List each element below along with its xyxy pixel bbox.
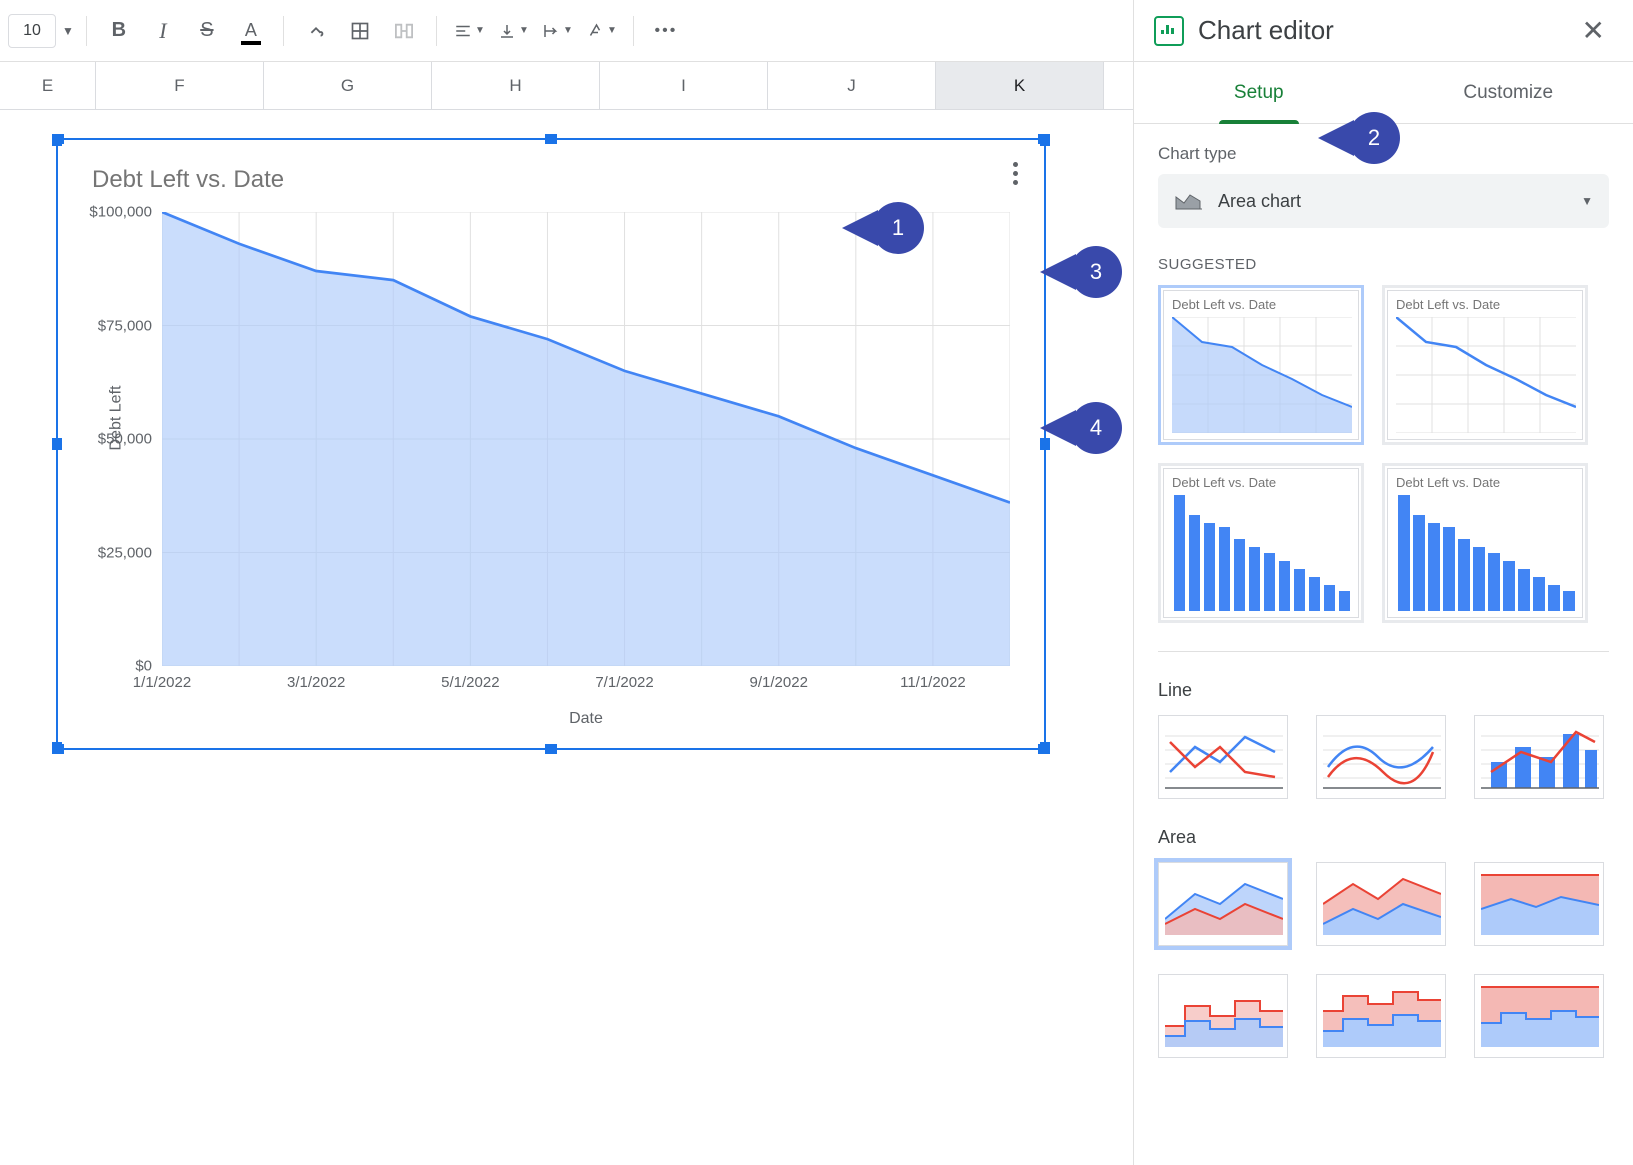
horizontal-align-button[interactable]: ▼ xyxy=(449,11,489,51)
strikethrough-button[interactable]: S xyxy=(187,11,227,51)
hundred-percent-stepped-area-option[interactable] xyxy=(1474,974,1604,1058)
more-toolbar-button[interactable]: ••• xyxy=(646,11,686,51)
spreadsheet-grid: E F G H I J K Debt Left vs. Date Debt Le… xyxy=(0,62,1133,1165)
area-section-label: Area xyxy=(1158,827,1609,848)
suggested-line-chart[interactable]: Debt Left vs. Date xyxy=(1382,285,1588,445)
stacked-area-chart-option[interactable] xyxy=(1316,862,1446,946)
divider xyxy=(1158,651,1609,652)
stacked-stepped-area-option[interactable] xyxy=(1316,974,1446,1058)
close-button[interactable]: ✕ xyxy=(1574,10,1613,51)
column-header[interactable]: K xyxy=(936,62,1104,109)
x-axis-label: Date xyxy=(569,710,603,728)
vertical-align-button[interactable]: ▼ xyxy=(493,11,533,51)
merge-cells-button[interactable] xyxy=(384,11,424,51)
suggested-column-chart-1[interactable]: Debt Left vs. Date xyxy=(1158,463,1364,623)
separator xyxy=(86,16,87,46)
text-rotation-button[interactable]: ▼ xyxy=(581,11,621,51)
chart-icon xyxy=(1154,16,1184,46)
chart-editor-panel: Chart editor ✕ Setup Customize Chart typ… xyxy=(1133,0,1633,1165)
text-color-button[interactable]: A xyxy=(231,11,271,51)
font-size-control[interactable]: 10 ▼ xyxy=(8,14,74,48)
grid-body[interactable]: Debt Left vs. Date Debt Left Date $0$25,… xyxy=(0,110,1133,1165)
separator xyxy=(283,16,284,46)
text-wrap-button[interactable]: ▼ xyxy=(537,11,577,51)
chart-title[interactable]: Debt Left vs. Date xyxy=(92,166,284,194)
stepped-area-option[interactable] xyxy=(1158,974,1288,1058)
column-header[interactable]: J xyxy=(768,62,936,109)
fill-color-button[interactable] xyxy=(296,11,336,51)
italic-button[interactable]: I xyxy=(143,11,183,51)
hundred-percent-area-option[interactable] xyxy=(1474,862,1604,946)
separator xyxy=(436,16,437,46)
suggested-area-chart[interactable]: Debt Left vs. Date xyxy=(1158,285,1364,445)
tab-customize[interactable]: Customize xyxy=(1384,62,1633,123)
column-headers: E F G H I J K xyxy=(0,62,1133,110)
suggested-thumbnails: Debt Left vs. Date Debt Left vs. Date xyxy=(1158,285,1609,623)
borders-button[interactable] xyxy=(340,11,380,51)
area-chart-svg xyxy=(162,212,1010,666)
smooth-line-chart-option[interactable] xyxy=(1316,715,1446,799)
callout-1: 1 xyxy=(872,202,924,254)
area-chart-icon xyxy=(1174,189,1204,213)
bold-button[interactable]: B xyxy=(99,11,139,51)
callout-3: 3 xyxy=(1070,246,1122,298)
column-header[interactable]: I xyxy=(600,62,768,109)
font-size-value[interactable]: 10 xyxy=(8,14,56,48)
area-chart-options xyxy=(1158,862,1609,1058)
separator xyxy=(633,16,634,46)
area-chart-option[interactable] xyxy=(1158,862,1288,946)
editor-header: Chart editor ✕ xyxy=(1134,0,1633,62)
column-header[interactable]: H xyxy=(432,62,600,109)
plot-area: Debt Left Date $0$25,000$50,000$75,000$1… xyxy=(162,212,1010,666)
callout-2: 2 xyxy=(1348,112,1400,164)
column-header[interactable]: E xyxy=(0,62,96,109)
editor-body: Chart type Area chart ▼ SUGGESTED Debt L… xyxy=(1134,124,1633,1165)
chart-kebab-menu[interactable] xyxy=(1007,156,1024,191)
chevron-down-icon: ▼ xyxy=(1581,194,1593,208)
line-chart-options xyxy=(1158,715,1609,799)
suggested-heading: SUGGESTED xyxy=(1158,256,1609,273)
chart-type-dropdown[interactable]: Area chart ▼ xyxy=(1158,174,1609,228)
chevron-down-icon: ▼ xyxy=(62,24,74,38)
editor-title: Chart editor xyxy=(1198,15,1560,46)
column-header[interactable]: G xyxy=(264,62,432,109)
combo-chart-option[interactable] xyxy=(1474,715,1604,799)
line-chart-option[interactable] xyxy=(1158,715,1288,799)
suggested-column-chart-2[interactable]: Debt Left vs. Date xyxy=(1382,463,1588,623)
line-section-label: Line xyxy=(1158,680,1609,701)
column-header[interactable]: F xyxy=(96,62,264,109)
tab-setup[interactable]: Setup xyxy=(1134,62,1384,123)
callout-4: 4 xyxy=(1070,402,1122,454)
chart-type-value: Area chart xyxy=(1218,191,1581,212)
